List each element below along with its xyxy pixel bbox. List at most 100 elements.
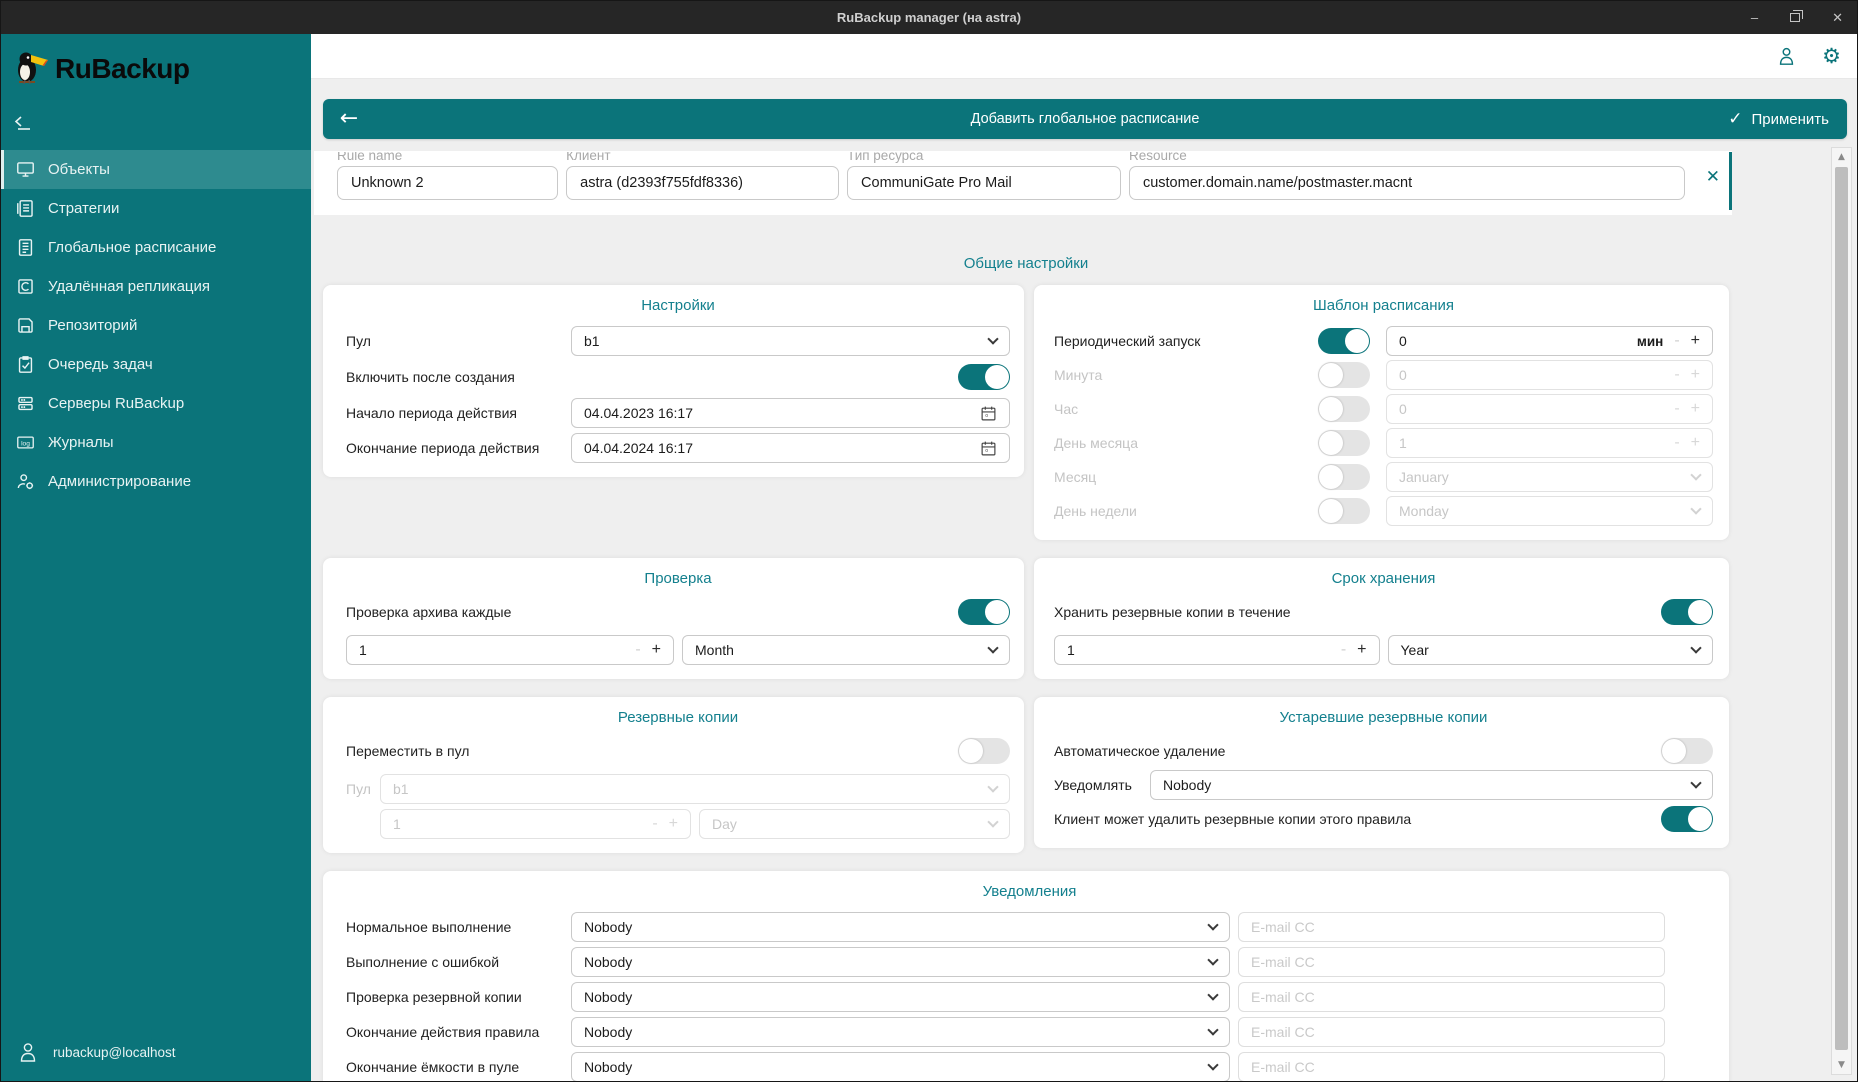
decrement-button[interactable]: -	[1663, 366, 1690, 384]
minimize-icon[interactable]: –	[1751, 11, 1758, 24]
sidebar-item-label: Объекты	[48, 161, 110, 178]
pool-capacity-select[interactable]: Nobody	[571, 1052, 1230, 1081]
notify-select[interactable]: Nobody	[1150, 770, 1713, 800]
increment-button[interactable]: +	[1691, 434, 1700, 452]
sidebar-item-strategies[interactable]: Стратегии	[1, 189, 311, 228]
sidebar-item-rubackup-servers[interactable]: Серверы RuBackup	[1, 384, 311, 423]
month-toggle[interactable]	[1318, 464, 1370, 490]
decrement-button[interactable]: -	[1330, 641, 1357, 659]
resource-type-input[interactable]	[847, 166, 1121, 200]
period-end-input[interactable]: 04.04.2024 16:17 0	[571, 433, 1010, 463]
increment-button[interactable]: +	[1691, 332, 1700, 350]
increment-button[interactable]: +	[1357, 641, 1366, 659]
verify-count-spinner[interactable]: 1 - +	[346, 635, 674, 665]
error-execution-select[interactable]: Nobody	[571, 947, 1230, 977]
verify-period-select[interactable]: Month	[682, 635, 1010, 665]
rule-divider	[1729, 152, 1732, 210]
schedule-template-title: Шаблон расписания	[1054, 297, 1713, 314]
periodic-run-spinner[interactable]: 0 мин - +	[1386, 326, 1713, 356]
increment-button[interactable]: +	[669, 815, 678, 833]
period-start-input[interactable]: 04.04.2023 16:17 0	[571, 398, 1010, 428]
backup-verification-select[interactable]: Nobody	[571, 982, 1230, 1012]
hour-spinner[interactable]: 0 - +	[1386, 394, 1713, 424]
sidebar-item-logs[interactable]: log Журналы	[1, 423, 311, 462]
pool-select[interactable]: b1	[571, 326, 1010, 356]
calendar-icon[interactable]: 0	[980, 440, 997, 457]
rule-name-field: Rule name	[337, 152, 558, 200]
backup-verification-email-cc-input[interactable]	[1238, 982, 1665, 1012]
pool-capacity-email-cc-input[interactable]	[1238, 1052, 1665, 1081]
user-icon	[18, 1041, 38, 1063]
obsolete-backups-title: Устаревшие резервные копии	[1054, 709, 1713, 726]
sidebar-item-repository[interactable]: Репозиторий	[1, 306, 311, 345]
sidebar-item-task-queue[interactable]: Очередь задач	[1, 345, 311, 384]
increment-button[interactable]: +	[652, 641, 661, 659]
decrement-button[interactable]: -	[1663, 434, 1690, 452]
rule-name-input[interactable]	[337, 166, 558, 200]
vertical-scrollbar[interactable]: ▲ ▼	[1831, 147, 1852, 1075]
move-pool-label: Пул	[346, 781, 380, 797]
auto-delete-toggle[interactable]	[1661, 738, 1713, 764]
retention-count-spinner[interactable]: 1 - +	[1054, 635, 1380, 665]
page-title: Добавить глобальное расписание	[323, 111, 1847, 127]
increment-button[interactable]: +	[1691, 400, 1700, 418]
periodic-run-toggle[interactable]	[1318, 328, 1370, 354]
sidebar-item-remote-replication[interactable]: Удалённая репликация	[1, 267, 311, 306]
repository-icon	[16, 316, 35, 335]
cards-grid: Настройки Пул b1 Включить после создания	[323, 285, 1729, 1081]
strategies-icon	[16, 199, 35, 218]
workspace: ← Добавить глобальное расписание ✓ Приме…	[311, 79, 1857, 1081]
client-can-delete-toggle[interactable]	[1661, 806, 1713, 832]
decrement-button[interactable]: -	[1663, 332, 1690, 350]
decrement-button[interactable]: -	[641, 815, 668, 833]
client-input[interactable]	[566, 166, 839, 200]
scrollbar-thumb[interactable]	[1835, 167, 1848, 1050]
day-of-month-toggle[interactable]	[1318, 430, 1370, 456]
retention-card: Срок хранения Хранить резервные копии в …	[1034, 558, 1729, 679]
resource-input[interactable]	[1129, 166, 1685, 200]
calendar-icon[interactable]: 0	[980, 405, 997, 422]
move-pool-select[interactable]: b1	[380, 774, 1010, 804]
collapse-sidebar-icon[interactable]	[13, 110, 41, 134]
move-count-spinner[interactable]: 1 - +	[380, 809, 691, 839]
remove-rule-icon[interactable]: ✕	[1706, 169, 1720, 186]
rule-expiration-email-cc-input[interactable]	[1238, 1017, 1665, 1047]
minute-toggle[interactable]	[1318, 362, 1370, 388]
decrement-button[interactable]: -	[1663, 400, 1690, 418]
error-execution-email-cc-input[interactable]	[1238, 947, 1665, 977]
chevron-down-icon	[1207, 1059, 1218, 1070]
logo-text: RuBackup	[55, 53, 189, 85]
minutes-unit: мин	[1637, 334, 1663, 349]
close-icon[interactable]: ✕	[1832, 11, 1843, 24]
move-period-select[interactable]: Day	[699, 809, 1010, 839]
increment-button[interactable]: +	[1691, 366, 1700, 384]
rule-expiration-select[interactable]: Nobody	[571, 1017, 1230, 1047]
hour-toggle[interactable]	[1318, 396, 1370, 422]
sidebar-item-objects[interactable]: Объекты	[1, 150, 311, 189]
day-of-month-spinner[interactable]: 1 - +	[1386, 428, 1713, 458]
sidebar-item-administration[interactable]: Администрирование	[1, 462, 311, 501]
verify-archive-toggle[interactable]	[958, 599, 1010, 625]
weekday-select[interactable]: Monday	[1386, 496, 1713, 526]
keep-backups-toggle[interactable]	[1661, 599, 1713, 625]
normal-execution-select[interactable]: Nobody	[571, 912, 1230, 942]
enable-after-create-toggle[interactable]	[958, 364, 1010, 390]
settings-gear-icon[interactable]: ⚙	[1822, 46, 1841, 67]
restore-icon[interactable]	[1790, 11, 1800, 24]
profile-icon[interactable]	[1777, 46, 1796, 66]
month-select[interactable]: January	[1386, 462, 1713, 492]
sidebar-item-label: Стратегии	[48, 200, 119, 217]
hour-label: Час	[1054, 401, 1318, 417]
general-settings-title: Общие настройки	[323, 255, 1729, 272]
scroll-up-icon[interactable]: ▲	[1832, 152, 1851, 162]
apply-button[interactable]: ✓ Применить	[1728, 109, 1847, 129]
minute-spinner[interactable]: 0 - +	[1386, 360, 1713, 390]
sidebar-item-global-schedule[interactable]: Глобальное расписание	[1, 228, 311, 267]
scroll-down-icon[interactable]: ▼	[1832, 1060, 1851, 1070]
move-to-pool-toggle[interactable]	[958, 738, 1010, 764]
decrement-button[interactable]: -	[624, 641, 651, 659]
normal-execution-email-cc-input[interactable]	[1238, 912, 1665, 942]
retention-period-select[interactable]: Year	[1388, 635, 1714, 665]
resource-field: Resource	[1129, 152, 1685, 200]
weekday-toggle[interactable]	[1318, 498, 1370, 524]
